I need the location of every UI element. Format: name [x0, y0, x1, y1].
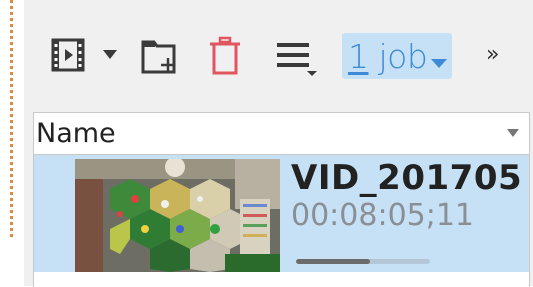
jobs-label: 1 job [348, 36, 428, 76]
film-icon [51, 38, 85, 72]
clip-thumbnail [75, 159, 280, 272]
clip-progress-fill [296, 259, 370, 264]
board-game-thumbnail-image [75, 159, 280, 272]
open-menu-dropdown[interactable] [103, 50, 117, 59]
column-title: Name [36, 118, 116, 149]
remove-button[interactable] [208, 36, 242, 76]
list-empty-area [34, 272, 529, 287]
toolbar-overflow-button[interactable]: » [486, 44, 499, 66]
main-menu-button[interactable] [277, 40, 319, 76]
clip-progress-bar [296, 259, 430, 264]
chevron-down-icon [103, 50, 117, 59]
add-folder-button[interactable] [140, 36, 180, 76]
jobs-button[interactable]: 1 job [342, 33, 452, 79]
toolbar: 1 job » [24, 0, 533, 110]
column-header-name[interactable]: Name [34, 113, 529, 155]
trash-icon [210, 36, 240, 75]
playlist-panel: 1 job » Name VID_201705 00:08:05;11 [24, 0, 533, 287]
clip-duration: 00:08:05;11 [291, 198, 475, 233]
sort-indicator-icon [507, 129, 519, 137]
playlist-list: Name VID_201705 00:08:05;11 [33, 112, 530, 287]
chevron-down-icon [431, 58, 448, 68]
open-clip-button[interactable] [51, 38, 85, 72]
list-item[interactable]: VID_201705 00:08:05;11 [34, 155, 529, 272]
clip-name: VID_201705 [291, 158, 523, 198]
panel-splitter[interactable] [10, 0, 13, 237]
hamburger-menu-icon [277, 43, 317, 76]
add-folder-icon [141, 40, 176, 74]
